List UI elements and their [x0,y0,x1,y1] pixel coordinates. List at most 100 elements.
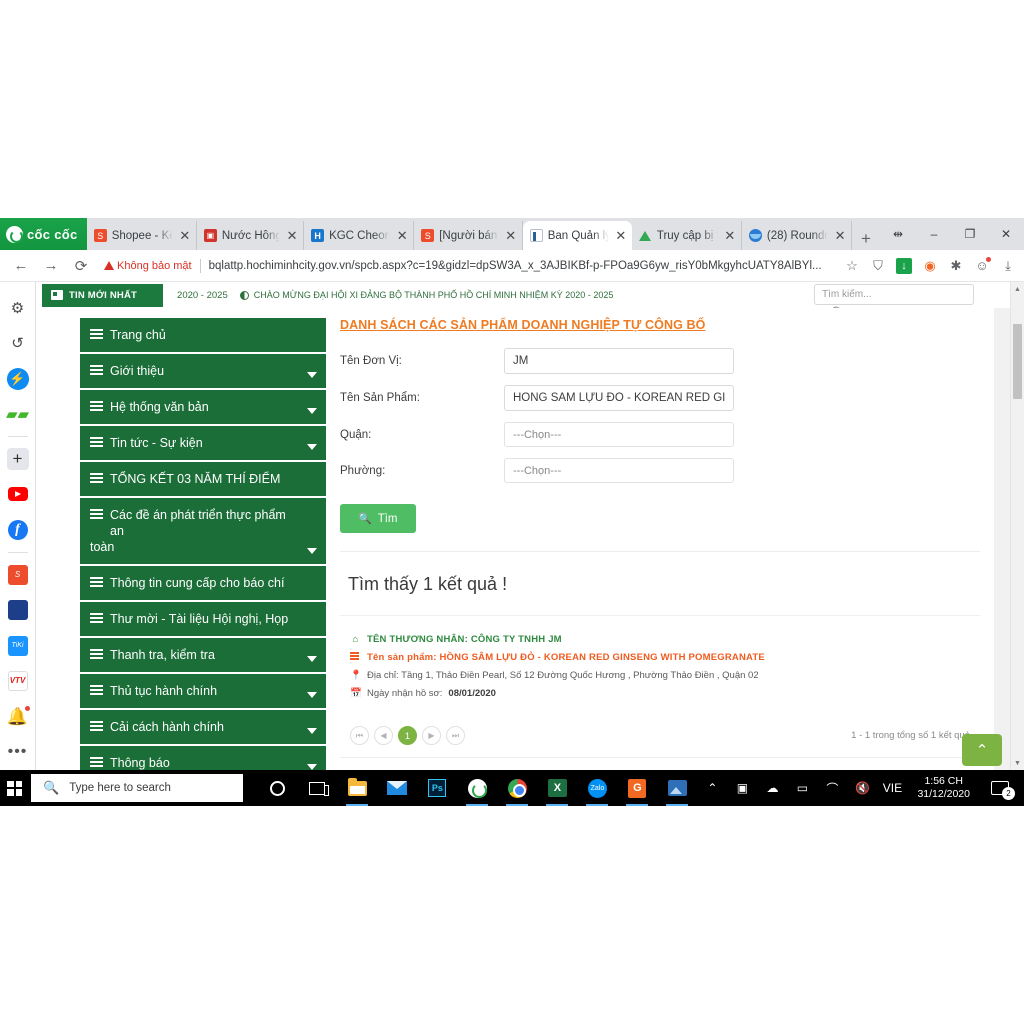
warning-triangle-icon [104,261,114,270]
zalo-icon[interactable]: Zalo [577,770,617,806]
close-icon[interactable]: ✕ [178,228,192,244]
close-icon[interactable]: ✕ [614,228,628,244]
pagination-page-1[interactable]: 1 [398,726,417,745]
browser-tab-3[interactable]: S [Người bán] ✕ [414,221,523,250]
close-icon[interactable]: ✕ [285,228,299,244]
back-icon[interactable]: ← [8,257,34,274]
language-indicator[interactable]: VIE [877,781,907,795]
taskbar-search-input[interactable]: 🔍 Type here to search [31,774,244,802]
sidebar-item-gioi-thieu[interactable]: Giới thiệu [80,354,326,390]
mail-icon[interactable] [377,770,417,806]
page-scrollbar[interactable]: ▲ ▼ [1010,282,1024,770]
quan-select[interactable]: ---Chọn--- [504,422,734,447]
chevron-down-icon [307,692,317,698]
facebook-icon[interactable]: f [7,519,29,541]
address-bar[interactable]: Không bảo mật bqlattp.hochiminhcity.gov.… [98,254,834,277]
star-icon[interactable]: ☆ [844,258,860,274]
browser-tab-4-active[interactable]: Ban Quản lý ✕ [522,221,632,250]
tiki-icon[interactable]: TiKi [7,635,29,657]
scrollbar-thumb[interactable] [1013,324,1022,399]
minimize-button[interactable]: – [916,227,952,241]
sidebar-item-cai-cach-hanh-chinh[interactable]: Cải cách hành chính [80,710,326,746]
chrome-icon[interactable] [497,770,537,806]
browser-tab-5[interactable]: Truy cập bị t ✕ [631,221,742,250]
sidebar-item-trang-chu[interactable]: Trang chủ [80,318,326,354]
pagination-first[interactable]: ⏮ [350,726,369,745]
sidebar-item-cac-de-an[interactable]: Các đề án phát triển thực phẩm an toàn [80,498,326,566]
more-icon[interactable]: ••• [7,742,29,764]
photoshop-icon[interactable]: Ps [417,770,457,806]
latest-news-tab[interactable]: TIN MỚI NHẤT [42,283,164,307]
windows-start-icon[interactable] [0,770,29,806]
sidebar-item-thong-bao[interactable]: Thông báo [80,746,326,770]
sidebar-item-label: Cải cách hành chính [110,720,224,734]
webcam-icon[interactable]: ▣ [727,781,757,795]
result-item[interactable]: ⌂ TÊN THƯƠNG NHÂN: CÔNG TY TNHH JM Tên s… [340,616,980,712]
close-icon[interactable]: ✕ [395,228,409,244]
browser-tab-2[interactable]: H KGC Cheong ✕ [304,221,415,250]
file-explorer-icon[interactable] [337,770,377,806]
browser-tab-6[interactable]: (28) Roundc ✕ [741,221,853,250]
security-warning[interactable]: Không bảo mật [104,260,192,272]
youtube-icon[interactable] [6,483,29,506]
sidebar-item-thu-moi[interactable]: Thư mời - Tài liệu Hội nghị, Họp [80,602,326,638]
sidebar-item-tong-ket[interactable]: TỔNG KẾT 03 NĂM THÍ ĐIỂM [80,462,326,498]
close-icon[interactable]: ✕ [723,228,737,244]
forward-icon[interactable]: → [38,257,64,274]
site-search-input[interactable]: Tìm kiếm... [814,284,974,305]
taskbar-clock[interactable]: 1:56 CH 31/12/2020 [907,775,980,801]
wifi-icon[interactable]: ⌒ [817,780,847,797]
new-tab-button[interactable]: + [852,230,880,250]
notification-center-icon[interactable]: 2 [980,770,1020,806]
coccoc-browser-icon[interactable] [457,770,497,806]
gear-icon[interactable]: ⚙ [7,297,29,319]
add-icon[interactable]: + [6,448,29,470]
pagination-last[interactable]: ⏭ [446,726,465,745]
photos-icon[interactable] [657,770,697,806]
show-hidden-icons[interactable]: ⌃ [697,781,727,795]
pagination-prev[interactable]: ◀ [374,726,393,745]
browser-tab-0[interactable]: S Shopee - Kê ✕ [86,221,197,250]
gaming-icon[interactable]: ▰▰ [6,404,29,426]
sidebar-item-thanh-tra[interactable]: Thanh tra, kiểm tra [80,638,326,674]
profile-icon[interactable]: ☺ [974,257,991,273]
onedrive-icon[interactable]: ☁ [757,781,787,795]
close-icon[interactable]: ✕ [833,228,847,244]
pagination-next[interactable]: ▶ [422,726,441,745]
sidebar-item-thong-tin-bao-chi[interactable]: Thông tin cung cấp cho báo chí [80,566,326,602]
search-submit-button[interactable]: 🔍 Tìm [340,504,416,533]
battery-icon[interactable]: ▭ [787,781,817,795]
reload-icon[interactable]: ⟳ [68,257,94,275]
shopee-icon[interactable]: S [7,564,29,586]
vtv-icon[interactable]: VTV [7,670,29,692]
scroll-to-top-button[interactable]: ⌃ [962,734,1002,766]
history-icon[interactable]: ↺ [7,333,29,355]
messenger-icon[interactable]: ⚡ [6,368,29,390]
close-window-button[interactable]: ✕ [988,227,1024,241]
shield-icon[interactable]: ⛉ [870,258,886,274]
phuong-select[interactable]: ---Chọn--- [504,458,734,483]
maximize-button[interactable]: ❐ [952,227,988,241]
cortana-icon[interactable] [257,770,297,806]
sidebar-item-he-thong-van-ban[interactable]: Hệ thống văn bản [80,390,326,426]
extensions-icon[interactable]: ✱ [948,258,964,274]
bell-icon[interactable]: 🔔 [7,704,31,728]
sidebar-item-thu-tuc-hanh-chinh[interactable]: Thủ tục hành chính [80,674,326,710]
close-icon[interactable]: ✕ [504,228,518,244]
volume-muted-icon[interactable]: 🔇 [847,781,877,795]
ten-don-vi-input[interactable] [504,348,734,374]
scroll-up-arrow-icon[interactable]: ▲ [1011,282,1024,296]
downloads-icon[interactable]: ⤓ [1000,258,1016,274]
download-green-icon[interactable]: ↓ [896,257,912,274]
sidebar-item-tin-tuc-su-kien[interactable]: Tin tức - Sự kiện [80,426,326,462]
excel-icon[interactable]: X [537,770,577,806]
scroll-down-arrow-icon[interactable]: ▼ [1011,756,1024,770]
foxit-pdf-icon[interactable]: G [617,770,657,806]
tab-search-icon[interactable]: ⇹ [880,227,916,241]
browser-tab-1[interactable]: ▣ Nước Hồng ✕ [196,221,305,250]
hulk-game-icon[interactable] [7,599,29,621]
ten-san-pham-input[interactable] [504,385,734,411]
task-view-icon[interactable] [297,770,337,806]
result-product[interactable]: Tên sản phẩm: HỒNG SÂM LỰU ĐỎ - KOREAN R… [350,652,980,663]
coccoc-icon[interactable]: ◉ [922,258,938,274]
